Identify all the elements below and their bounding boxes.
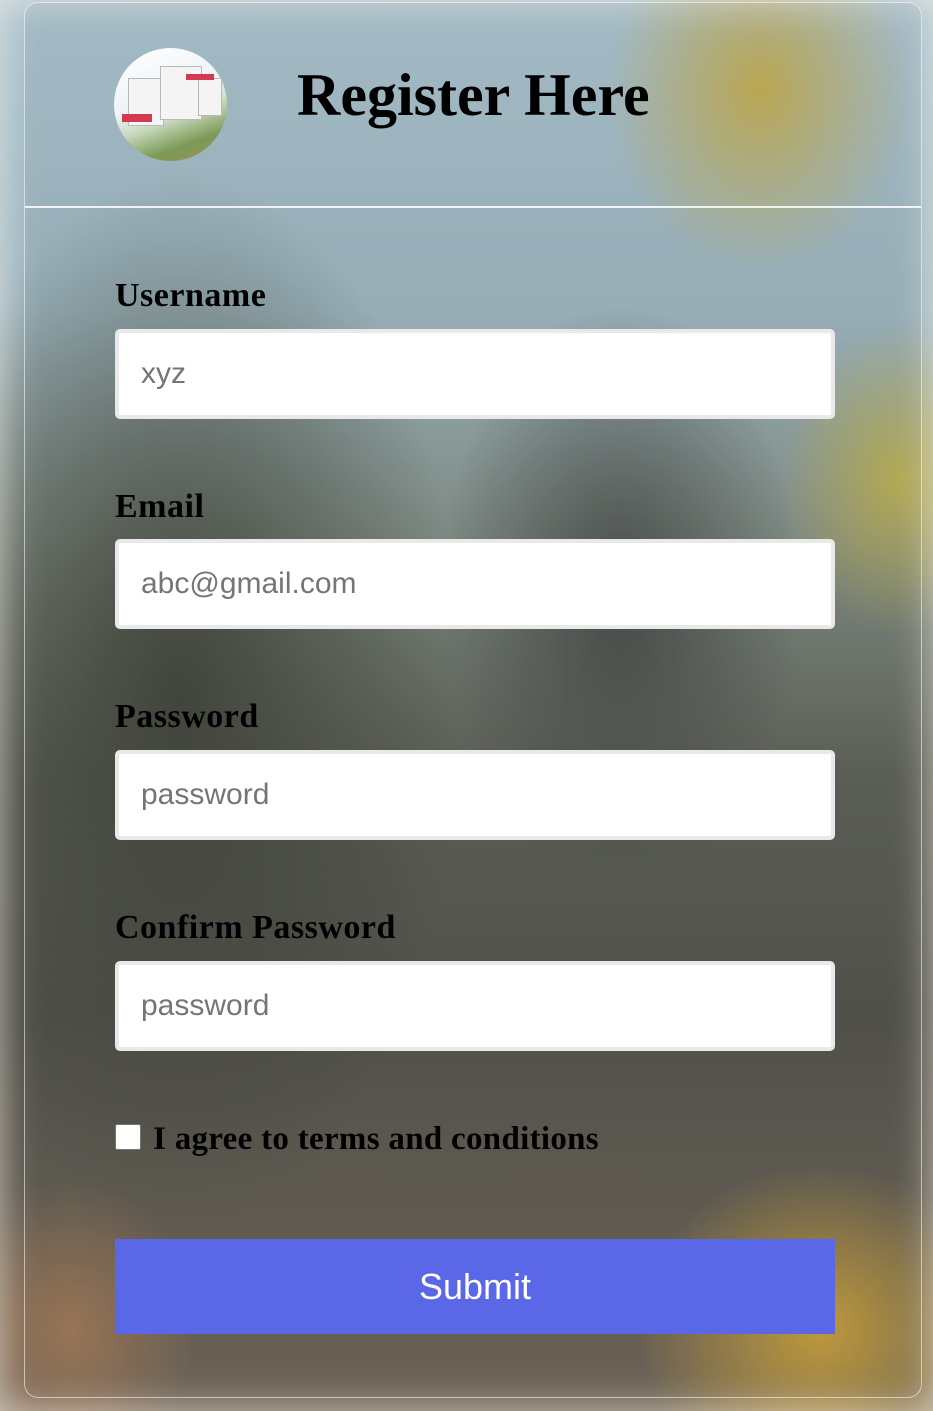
username-label: Username <box>115 277 267 314</box>
terms-checkbox[interactable] <box>115 1123 141 1150</box>
terms-label: I agree to terms and conditions <box>153 1121 599 1157</box>
submit-button[interactable]: Submit <box>115 1239 835 1334</box>
email-input[interactable] <box>115 539 835 629</box>
avatar-detail <box>122 114 152 122</box>
username-input[interactable] <box>115 329 835 419</box>
password-label: Password <box>115 698 259 735</box>
logo-avatar <box>114 48 227 161</box>
confirm-password-label: Confirm Password <box>115 909 396 946</box>
avatar-building <box>198 78 222 116</box>
avatar-detail <box>186 74 214 80</box>
email-label: Email <box>115 488 205 525</box>
password-input[interactable] <box>115 750 835 840</box>
terms-row: I agree to terms and conditions <box>115 1121 599 1158</box>
confirm-password-input[interactable] <box>115 961 835 1051</box>
page-title: Register Here <box>297 62 650 128</box>
register-card: Register Here Username Email Password Co… <box>24 2 922 1398</box>
card-header: Register Here <box>25 3 921 208</box>
